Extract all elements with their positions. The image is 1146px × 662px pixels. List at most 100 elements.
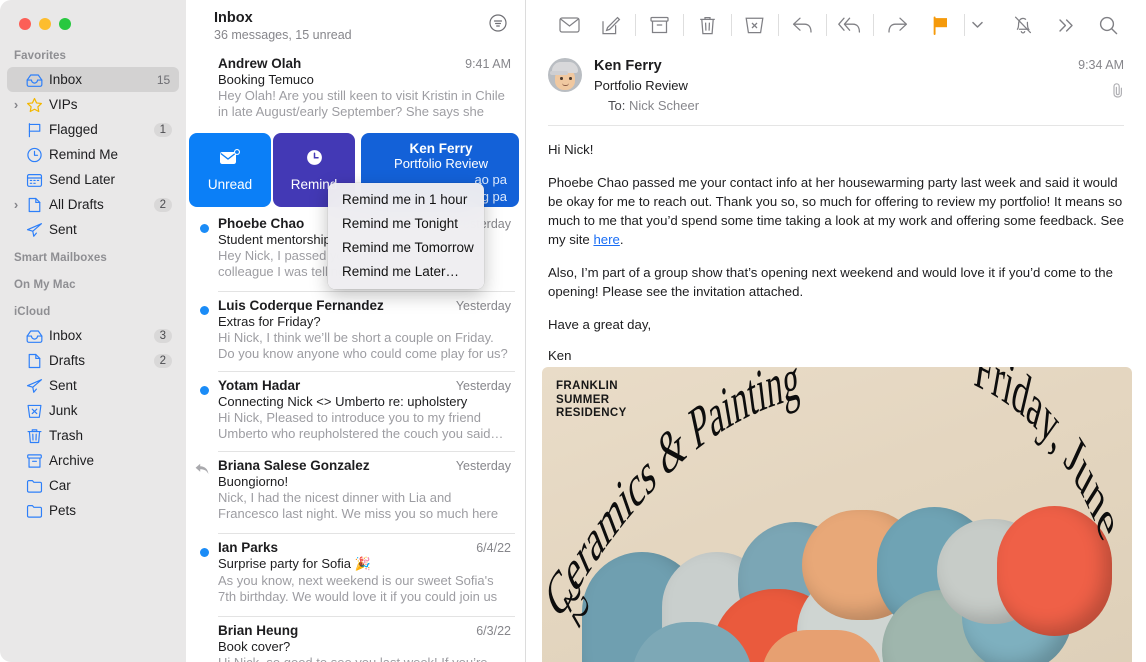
sidebar-item-pets[interactable]: Pets (7, 498, 179, 523)
delete-button[interactable] (686, 8, 729, 42)
site-link[interactable]: here (593, 232, 619, 247)
sidebar-item-label: Remind Me (49, 147, 119, 162)
filter-icon[interactable] (487, 12, 509, 34)
sidebar-item-all-drafts[interactable]: › All Drafts 2 (7, 192, 179, 217)
sidebar-item-sent[interactable]: Sent (7, 217, 179, 242)
flag-button[interactable] (919, 8, 962, 42)
folder-icon (23, 478, 45, 494)
list-item[interactable]: Luis Coderque Fernandez Yesterday Extras f… (186, 291, 525, 371)
email-time: 9:34 AM (1078, 58, 1124, 72)
message-list: Inbox 36 messages, 15 unread Andrew Olah… (186, 0, 526, 662)
mark-unread-button[interactable] (548, 8, 591, 42)
toolbar-divider (825, 14, 827, 36)
poster-arc-label-2: Friday, June (971, 367, 1127, 552)
sidebar-item-inbox[interactable]: Inbox 15 (7, 67, 179, 92)
menu-item-remind-later[interactable]: Remind me Later… (328, 260, 484, 284)
list-item[interactable]: Briana Salese Gonzalez Yesterday Buongiorn… (186, 451, 525, 533)
sidebar-item-drafts[interactable]: Drafts 2 (7, 348, 179, 373)
sidebar-item-label: Trash (49, 428, 84, 443)
menu-item-remind-1-hour[interactable]: Remind me in 1 hour (328, 188, 484, 212)
toolbar-divider (635, 14, 637, 36)
remind-me-context-menu[interactable]: Remind me in 1 hour Remind me Tonight Re… (328, 183, 484, 289)
sidebar-item-label: Sent (49, 222, 77, 237)
sidebar-item-vips[interactable]: › VIPs (7, 92, 179, 117)
document-icon (23, 353, 45, 369)
reply-all-button[interactable] (829, 8, 872, 42)
paperplane-icon (23, 222, 45, 238)
message-subject: Booking Temuco (218, 72, 314, 87)
message-date: Yesterday (455, 379, 511, 393)
list-item[interactable]: Andrew Olah 9:41 AM Booking Temuco Hey O… (186, 52, 525, 131)
sidebar-item-label: VIPs (49, 97, 78, 112)
message-subject: Connecting Nick <> Umberto re: upholster… (218, 394, 468, 409)
message-subject: Extras for Friday? (218, 314, 321, 329)
sidebar-item-label: Pets (49, 503, 77, 518)
folder-icon (23, 503, 45, 519)
body-text: . (619, 232, 624, 247)
forward-button[interactable] (876, 8, 919, 42)
poster-arc-text: Ceramics & Painting Friday, June 22 (542, 367, 1127, 637)
sidebar: Favorites Inbox 15 › VIPs Flagged 1 Remind Me Se… (0, 0, 186, 662)
sidebar-item-badge: 2 (153, 197, 172, 212)
menu-item-remind-tomorrow[interactable]: Remind me Tomorrow (328, 236, 484, 260)
paperclip-icon[interactable] (1078, 82, 1124, 103)
reading-pane: Ken Ferry Portfolio Review To: Nick Sche… (526, 0, 1146, 662)
message-preview: Hey Olah! Are you still keen to visit Kr… (218, 88, 505, 122)
close-button[interactable] (19, 18, 31, 30)
flag-dropdown-button[interactable] (967, 8, 988, 42)
message-date: 6/3/22 (476, 624, 511, 638)
mute-button[interactable] (1002, 8, 1045, 42)
sidebar-item-label: Archive (49, 453, 95, 468)
sidebar-item-send-later[interactable]: Send Later (7, 167, 179, 192)
chevron-right-icon[interactable]: › (9, 98, 23, 111)
email-header: Ken Ferry Portfolio Review To: Nick Sche… (526, 50, 1146, 113)
list-item[interactable]: Brian Heung 6/3/22 Book cover?Hi Nick, so … (186, 616, 525, 662)
sidebar-item-trash[interactable]: Trash (7, 423, 179, 448)
reply-button[interactable] (781, 8, 824, 42)
window-controls (0, 0, 186, 40)
junk-button[interactable] (734, 8, 777, 42)
sidebar-item-inbox[interactable]: Inbox 3 (7, 323, 179, 348)
message-preview: Nick, I had the nicest dinner with Lia a… (218, 490, 499, 524)
toolbar-divider (963, 14, 965, 36)
compose-button[interactable] (591, 8, 634, 42)
message-subject: Buongiorno! (218, 474, 289, 489)
unread-indicator (200, 224, 209, 233)
sidebar-section-label: Smart Mailboxes (14, 252, 107, 264)
list-item[interactable]: Ian Parks 6/4/22 Surprise party for Sofia … (186, 533, 525, 616)
email-body: Hi Nick! Phoebe Chao passed me your cont… (526, 126, 1146, 379)
sidebar-item-junk[interactable]: Junk (7, 398, 179, 423)
body-text: Phoebe Chao passed me your contact info … (548, 175, 1124, 247)
document-icon (23, 197, 45, 213)
message-sender: Andrew Olah (218, 56, 302, 71)
sidebar-item-badge: 15 (156, 72, 171, 87)
minimize-button[interactable] (39, 18, 51, 30)
sidebar-item-badge: 2 (153, 353, 172, 368)
archive-icon (23, 453, 45, 469)
sidebar-section-label: Favorites (14, 50, 67, 62)
sidebar-item-label: Sent (49, 378, 77, 393)
zoom-button[interactable] (59, 18, 71, 30)
toolbar-divider (682, 14, 684, 36)
message-date: Yesterday (455, 459, 511, 473)
attachment-poster[interactable]: FRANKLIN SUMMER RESIDENCY Ceramics & Pai… (542, 367, 1132, 662)
sidebar-item-archive[interactable]: Archive (7, 448, 179, 473)
archive-button[interactable] (638, 8, 681, 42)
more-button[interactable] (1045, 8, 1088, 42)
paperplane-icon (23, 378, 45, 394)
swipe-action-label: Unread (207, 176, 253, 192)
sidebar-item-flagged[interactable]: Flagged 1 (7, 117, 179, 142)
sidebar-item-car[interactable]: Car (7, 473, 179, 498)
search-button[interactable] (1087, 8, 1130, 42)
sidebar-item-remind-me[interactable]: Remind Me (7, 142, 179, 167)
sidebar-item-badge: 1 (153, 122, 172, 137)
menu-item-remind-tonight[interactable]: Remind me Tonight (328, 212, 484, 236)
body-greeting: Hi Nick! (548, 142, 594, 157)
swipe-action-unread[interactable]: Unread (189, 133, 271, 207)
chevron-right-icon[interactable]: › (9, 198, 23, 211)
unread-indicator (200, 306, 209, 315)
sidebar-item-label: Car (49, 478, 71, 493)
avatar (548, 58, 582, 92)
list-item[interactable]: Yotam Hadar Yesterday Connecting Nick <> U… (186, 371, 525, 451)
sidebar-item-sent[interactable]: Sent (7, 373, 179, 398)
